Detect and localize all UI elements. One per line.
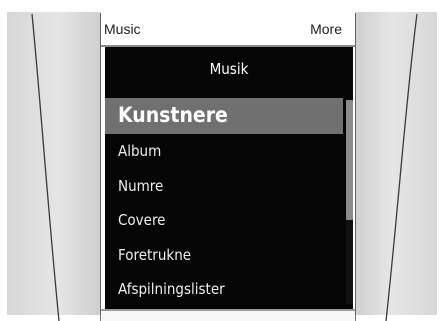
scrollbar-track[interactable]: [346, 100, 353, 304]
scrollbar-thumb[interactable]: [346, 100, 353, 220]
more-softkey[interactable]: More: [310, 21, 342, 37]
music-menu-panel: Musik Kunstnere Album Numre Covere Foret…: [105, 47, 353, 309]
menu-title: Musik: [209, 60, 249, 78]
softkey-bar: Music More: [101, 13, 355, 47]
right-bezel: [355, 12, 437, 315]
menu-item-numre[interactable]: Numre: [105, 169, 343, 204]
music-softkey[interactable]: Music: [104, 21, 141, 37]
menu-item-album[interactable]: Album: [105, 134, 343, 169]
menu-item-covere[interactable]: Covere: [105, 203, 343, 238]
music-menu-list: Kunstnere Album Numre Covere Foretrukne …: [105, 98, 343, 309]
bottom-screen-strip: [101, 309, 355, 321]
device-screenshot: Music More Musik Kunstnere Album Numre C…: [0, 0, 444, 321]
menu-item-afspilningslister[interactable]: Afspilningslister: [105, 272, 343, 307]
menu-item-foretrukne[interactable]: Foretrukne: [105, 238, 343, 273]
menu-item-kunstnere[interactable]: Kunstnere: [105, 98, 343, 134]
device-screen: Music More Musik Kunstnere Album Numre C…: [101, 13, 355, 321]
